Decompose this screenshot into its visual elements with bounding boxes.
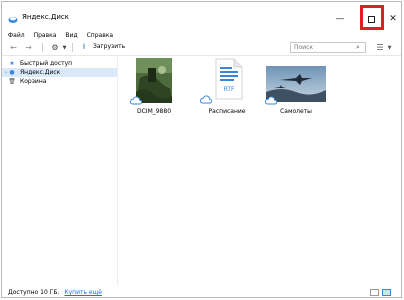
- storage-available-text: Доступно 10 ГБ.: [8, 289, 60, 296]
- back-arrow-icon[interactable]: ←: [9, 42, 18, 53]
- upload-icon[interactable]: ⭱: [80, 42, 88, 53]
- toolbar-divider: [72, 43, 73, 52]
- title-bar: Яндекс.Диск — ✕: [2, 2, 401, 30]
- file-item[interactable]: DCIM_9880: [118, 58, 190, 118]
- cloud-sync-icon: [265, 96, 277, 105]
- rtf-document-icon: RTF: [215, 58, 243, 100]
- search-input[interactable]: [290, 42, 366, 53]
- minimize-icon: —: [335, 14, 345, 24]
- toolbar: ← → ⚙ ▼ ⭱ Загрузить ⌕ ☰ ▼: [2, 40, 401, 56]
- toolbar-divider: [42, 43, 43, 52]
- cloud-sync-icon: [130, 96, 142, 105]
- file-name: DCIM_9880: [136, 108, 172, 115]
- yandex-disk-app-icon: [8, 17, 18, 23]
- menu-view[interactable]: Вид: [65, 32, 77, 39]
- file-item[interactable]: Самолеты: [260, 58, 332, 118]
- menu-help[interactable]: Справка: [87, 32, 113, 39]
- sidebar-item-trash[interactable]: 🗑 Корзина: [8, 77, 46, 86]
- cloud-sync-icon: [200, 95, 212, 104]
- gear-icon[interactable]: ⚙: [50, 42, 60, 53]
- upload-button[interactable]: Загрузить: [93, 43, 125, 50]
- star-icon: ★: [9, 60, 15, 67]
- trash-icon: 🗑: [8, 78, 16, 85]
- sidebar-item-label: Корзина: [20, 78, 47, 85]
- sidebar-item-quick-access[interactable]: ★ Быстрый доступ: [8, 59, 72, 68]
- sidebar-item-yandex-disk[interactable]: › ● Яндекс.Диск: [2, 68, 117, 77]
- forward-arrow-icon[interactable]: →: [24, 42, 33, 53]
- chevron-down-icon[interactable]: ▼: [62, 42, 67, 53]
- buy-more-link[interactable]: Купить ещё: [64, 289, 102, 296]
- sidebar: ★ Быстрый доступ › ● Яндекс.Диск 🗑 Корзи…: [2, 56, 118, 286]
- menu-bar: Файл Правка Вид Справка: [2, 30, 401, 40]
- app-window: Яндекс.Диск — ✕ Файл Правка Вид Справка …: [1, 1, 402, 298]
- list-view-icon[interactable]: [370, 289, 379, 296]
- yandex-disk-icon: ●: [9, 69, 15, 76]
- menu-edit[interactable]: Правка: [34, 32, 57, 39]
- chevron-down-icon[interactable]: ▼: [387, 42, 392, 53]
- rtf-badge: RTF: [224, 86, 235, 93]
- sidebar-item-label: Быстрый доступ: [20, 60, 73, 67]
- close-icon: ✕: [389, 14, 397, 24]
- file-name: Расписание: [208, 108, 246, 115]
- minimize-button[interactable]: —: [327, 8, 353, 30]
- view-options-icon[interactable]: ☰: [375, 42, 385, 53]
- file-area: DCIM_9880 RTF Расписание Самолеты: [118, 56, 401, 286]
- sidebar-item-label: Яндекс.Диск: [20, 69, 61, 76]
- status-bar: Доступно 10 ГБ. Купить ещё: [2, 287, 401, 297]
- file-item[interactable]: RTF Расписание: [191, 58, 263, 118]
- grid-view-icon[interactable]: [382, 289, 391, 296]
- file-name: Самолеты: [280, 108, 312, 115]
- window-title: Яндекс.Диск: [22, 13, 69, 21]
- menu-file[interactable]: Файл: [8, 32, 25, 39]
- search-icon[interactable]: ⌕: [356, 43, 360, 52]
- close-button[interactable]: ✕: [380, 8, 401, 30]
- chevron-right-icon[interactable]: ›: [5, 70, 7, 76]
